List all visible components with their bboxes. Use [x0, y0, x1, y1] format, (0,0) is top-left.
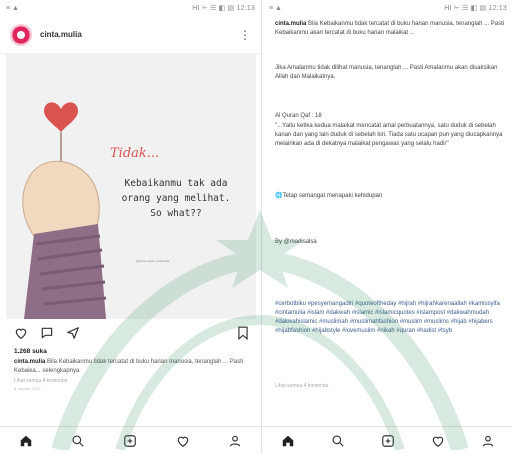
- add-post-icon[interactable]: [381, 434, 395, 448]
- more-options-icon[interactable]: ⋮: [239, 28, 251, 42]
- status-bar: ≡ ▲ HI ✁ ☰ ◧ ▤ 12:13: [0, 0, 261, 16]
- caption-paragraph-3: "...Yaitu ketika kedua malaikat mencatat…: [275, 123, 503, 147]
- caption-paragraph-2: Jika Amalanmu tidak dilihat manusia, ten…: [275, 65, 498, 80]
- search-icon[interactable]: [71, 434, 85, 448]
- status-right: HI ✁ ☰ ◧ ▤ 12:13: [192, 5, 255, 12]
- bottom-tab-bar: [0, 426, 261, 454]
- caption-text: Bila Kebaikanmu tidak tercatat di buku h…: [14, 359, 244, 374]
- bookmark-icon[interactable]: [237, 326, 249, 340]
- status-left: ≡ ▲: [6, 4, 19, 12]
- caption-by-line[interactable]: By @madisalsa: [275, 238, 505, 247]
- heart-icon[interactable]: [431, 434, 445, 448]
- avatar[interactable]: [10, 23, 32, 46]
- search-icon[interactable]: [331, 434, 345, 448]
- status-left: ≡ ▲: [269, 4, 282, 12]
- caption-username[interactable]: cinta.mulia: [275, 21, 306, 27]
- home-icon[interactable]: [281, 434, 295, 448]
- post-header: cinta.mulia ⋮: [0, 16, 261, 54]
- caption-paragraph-1: cinta.mulia Bila Kebaikanmu tidak tercat…: [275, 21, 505, 36]
- status-bar: ≡ ▲ HI ✁ ☰ ◧ ▤ 12:13: [263, 0, 513, 16]
- comment-icon[interactable]: [40, 326, 54, 340]
- status-right: HI ✁ ☰ ◧ ▤ 12:13: [444, 5, 507, 12]
- post-actions: [14, 324, 249, 342]
- profile-icon[interactable]: [481, 434, 495, 448]
- image-quote: Kebaikanmu tak ada orang yang melihat. S…: [121, 178, 231, 219]
- image-credit: @cinta.mulia | cintamulia: [136, 259, 170, 263]
- heart-icon[interactable]: [176, 434, 190, 448]
- share-icon[interactable]: [66, 326, 80, 340]
- like-count[interactable]: 1.268 suka: [14, 348, 47, 355]
- profile-icon[interactable]: [228, 434, 242, 448]
- left-screen: ≡ ▲ HI ✁ ☰ ◧ ▤ 12:13 cinta.mulia ⋮ Tidak…: [0, 0, 262, 454]
- post-username[interactable]: cinta.mulia: [40, 30, 82, 39]
- right-screen: ≡ ▲ HI ✁ ☰ ◧ ▤ 12:13 cinta.mulia Bila Ke…: [263, 0, 513, 454]
- view-comments-link[interactable]: Lihat semua 4 komentar: [14, 378, 68, 384]
- home-icon[interactable]: [19, 434, 33, 448]
- caption-quran-title: Al Quran Qaf : 18: [275, 113, 322, 119]
- post-image[interactable]: Tidak... Kebaikanmu tak ada orang yang m…: [6, 54, 256, 319]
- post-caption: cinta.mulia Bila Kebaikanmu tidak tercat…: [14, 358, 249, 376]
- post-date: 6 Januari 2019: [14, 386, 41, 391]
- image-title: Tidak...: [110, 146, 160, 161]
- hashtag-list[interactable]: #cerbotbiku #pesyemangadiri #quoteofthed…: [275, 300, 505, 336]
- caption-paragraph-4: 🌐Tetap semangat menapaki kehidupan: [275, 193, 383, 199]
- bottom-tab-bar: [263, 426, 513, 454]
- caption-username[interactable]: cinta.mulia: [14, 359, 45, 365]
- add-post-icon[interactable]: [123, 434, 137, 448]
- view-comments-link[interactable]: Lihat semua 4 komentar: [275, 382, 505, 391]
- like-heart-icon[interactable]: [14, 326, 28, 340]
